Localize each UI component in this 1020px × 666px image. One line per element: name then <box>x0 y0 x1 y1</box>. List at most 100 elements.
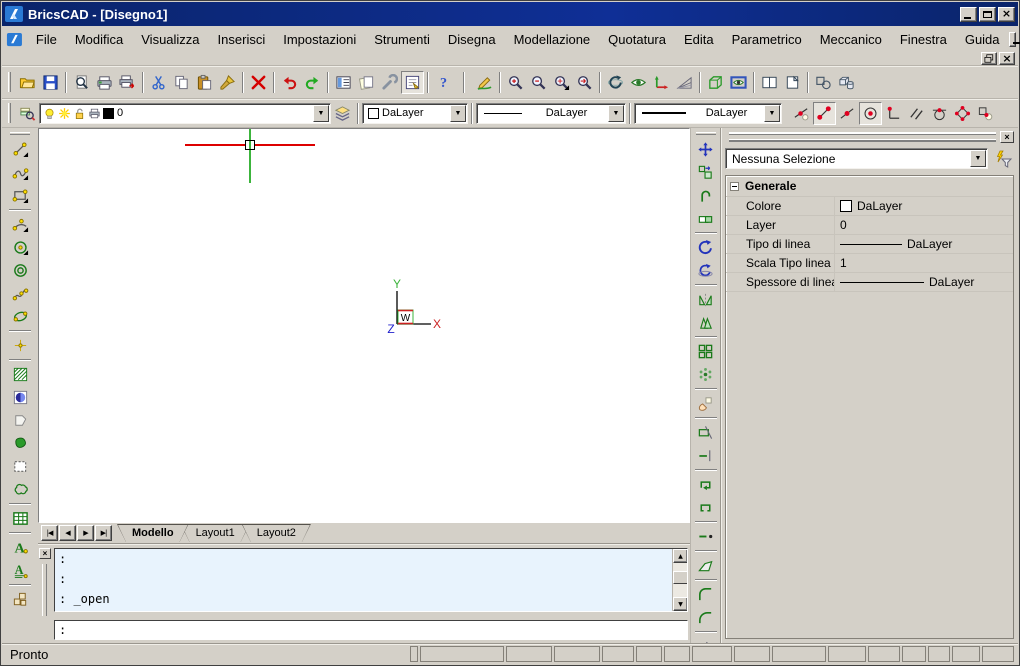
command-panel-grip[interactable] <box>42 564 47 616</box>
paste-button[interactable] <box>193 71 216 94</box>
close-button[interactable]: × <box>998 7 1015 22</box>
property-row-tipo-di-linea[interactable]: Tipo di linea DaLayer <box>726 234 1013 253</box>
matchprop-button[interactable] <box>216 71 239 94</box>
tab-layout1[interactable]: Layout1 <box>181 524 250 542</box>
wrench-button[interactable] <box>378 71 401 94</box>
snappar-button[interactable] <box>905 102 928 125</box>
tab-layout2[interactable]: Layout2 <box>242 524 311 542</box>
fillet-button[interactable] <box>693 583 719 606</box>
sheets-button[interactable] <box>355 71 378 94</box>
property-row-colore[interactable]: Colore DaLayer <box>726 196 1013 215</box>
dropdown-arrow-icon[interactable]: ▼ <box>764 105 780 122</box>
command-history[interactable]: : : : _open ▲ ▼ <box>54 548 688 612</box>
explode-button[interactable] <box>693 635 719 643</box>
snapins-button[interactable] <box>974 102 997 125</box>
collapse-minus-icon[interactable] <box>730 182 739 191</box>
menu-disegna[interactable]: Disegna <box>439 29 505 50</box>
drawing-canvas[interactable]: ​ Y W X Z <box>38 128 690 523</box>
toolbar-grip[interactable] <box>8 72 11 92</box>
mirror-button[interactable] <box>693 288 719 311</box>
snapquad-button[interactable] <box>951 102 974 125</box>
linetype-combo[interactable]: DaLayer ▼ <box>476 103 626 124</box>
pedit-button[interactable] <box>693 184 719 207</box>
help-button[interactable]: ? <box>432 71 455 94</box>
point-button[interactable] <box>7 334 33 357</box>
property-row-scala-tipo-linea[interactable]: Scala Tipo linea 1 <box>726 253 1013 272</box>
circle-button[interactable] <box>7 236 33 259</box>
menu-strumenti[interactable]: Strumenti <box>365 29 439 50</box>
wipeout-button[interactable] <box>7 455 33 478</box>
toolbar-grip[interactable] <box>696 132 716 135</box>
boundary-button[interactable] <box>7 409 33 432</box>
ellipse-button[interactable] <box>7 305 33 328</box>
rotate-button[interactable] <box>693 236 719 259</box>
maximize-button[interactable] <box>979 7 996 22</box>
tab-nav-last-button[interactable]: ▶| <box>95 525 112 541</box>
dropdown-arrow-icon[interactable]: ▼ <box>608 105 624 122</box>
scroll-thumb[interactable] <box>673 571 688 584</box>
menu-parametrico[interactable]: Parametrico <box>723 29 811 50</box>
mtext-button[interactable]: A <box>7 559 33 582</box>
menu-impostazioni[interactable]: Impostazioni <box>274 29 365 50</box>
line-button[interactable] <box>7 138 33 161</box>
table-button[interactable] <box>7 507 33 530</box>
redline-button[interactable] <box>473 71 496 94</box>
quick-select-button[interactable] <box>992 148 1014 169</box>
menu-quotatura[interactable]: Quotatura <box>599 29 675 50</box>
array-button[interactable] <box>693 340 719 363</box>
dropdown-arrow-icon[interactable]: ▼ <box>313 105 329 122</box>
copyobj-button[interactable] <box>693 161 719 184</box>
tab-modello[interactable]: Modello <box>117 524 189 542</box>
snapcenter-button[interactable] <box>859 102 882 125</box>
box3d-button[interactable] <box>704 71 727 94</box>
scroll-down-button[interactable]: ▼ <box>673 597 688 611</box>
slice-button[interactable] <box>693 554 719 577</box>
text-button[interactable]: A <box>7 536 33 559</box>
dropdown-arrow-icon[interactable]: ▼ <box>450 105 466 122</box>
closepl-button[interactable] <box>693 473 719 496</box>
menu-finestra[interactable]: Finestra <box>891 29 956 50</box>
command-scrollbar[interactable]: ▲ ▼ <box>672 549 687 611</box>
undo-button[interactable] <box>278 71 301 94</box>
gradient-button[interactable] <box>7 386 33 409</box>
color-combo[interactable]: DaLayer ▼ <box>362 103 468 124</box>
tab-nav-prev-button[interactable]: ◀ <box>59 525 76 541</box>
menu-file[interactable]: File <box>27 29 66 50</box>
zoomprev-button[interactable] <box>573 71 596 94</box>
layerexplorer-button[interactable] <box>16 102 39 125</box>
zoomin-button[interactable] <box>504 71 527 94</box>
snapnear-button[interactable] <box>790 102 813 125</box>
printto-button[interactable] <box>116 71 139 94</box>
region-button[interactable] <box>7 432 33 455</box>
move-button[interactable] <box>693 138 719 161</box>
rotate3d-button[interactable] <box>693 259 719 282</box>
eye-button[interactable] <box>627 71 650 94</box>
save-button[interactable] <box>39 71 62 94</box>
property-row-spessore-di-linea[interactable]: Spessore di linea DaLayer <box>726 272 1013 291</box>
spline-button[interactable] <box>7 282 33 305</box>
revcloud-button[interactable] <box>7 478 33 501</box>
toolbar-grip[interactable] <box>10 132 30 135</box>
ents2d-button[interactable] <box>812 71 835 94</box>
menu-guida[interactable]: Guida <box>956 29 1009 50</box>
minimize-button[interactable] <box>960 7 977 22</box>
ucsaxes-button[interactable] <box>650 71 673 94</box>
menu-meccanico[interactable]: Meccanico <box>811 29 891 50</box>
snapend-button[interactable] <box>813 102 836 125</box>
breakln-button[interactable] <box>693 525 719 548</box>
command-input[interactable]: : <box>54 620 688 640</box>
donut-button[interactable] <box>7 259 33 282</box>
menu-modifica[interactable]: Modifica <box>66 29 132 50</box>
mdi-restore-button[interactable] <box>981 52 997 65</box>
polyline-button[interactable] <box>7 161 33 184</box>
openpl-button[interactable] <box>693 496 719 519</box>
extend-button[interactable] <box>693 444 719 467</box>
menu-edita[interactable]: Edita <box>675 29 723 50</box>
open-button[interactable] <box>16 71 39 94</box>
look-button[interactable] <box>727 71 750 94</box>
layer-combo[interactable]: 0 ▼ <box>39 103 331 124</box>
vports1-button[interactable] <box>781 71 804 94</box>
menu-modellazione[interactable]: Modellazione <box>505 29 600 50</box>
toolbar-grip[interactable] <box>8 103 11 123</box>
property-row-layer[interactable]: Layer 0 <box>726 215 1013 234</box>
